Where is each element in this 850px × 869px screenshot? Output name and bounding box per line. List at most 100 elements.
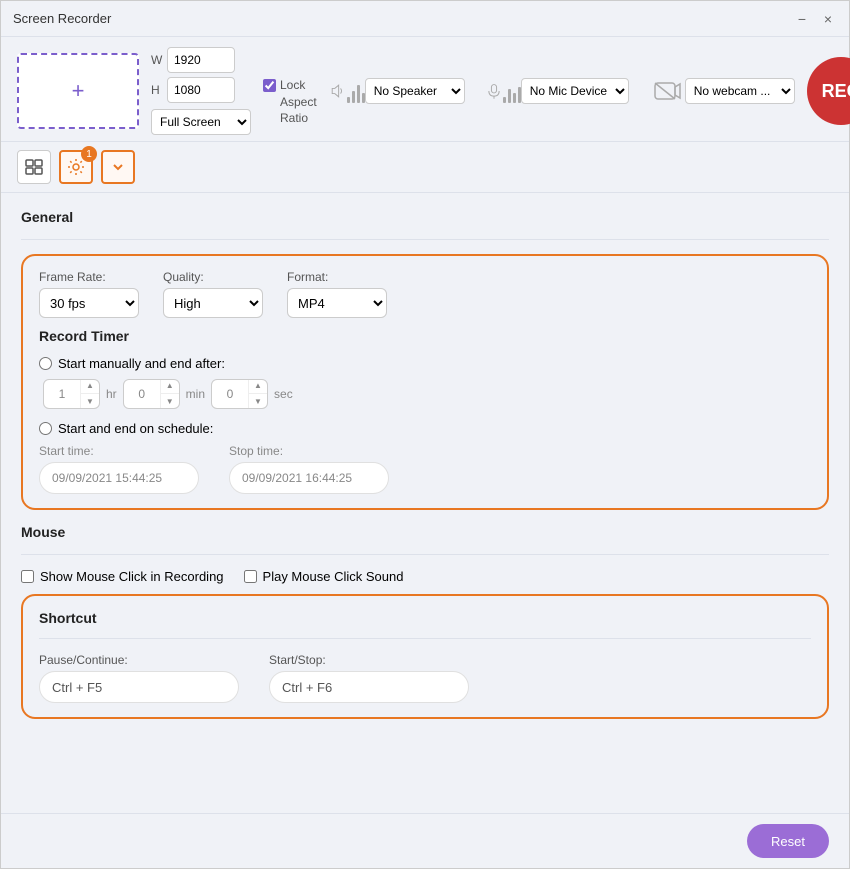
stop-time-group: Stop time:: [229, 444, 389, 494]
start-time-group: Start time:: [39, 444, 199, 494]
general-settings-box: Frame Rate: 30 fps 15 fps 20 fps 24 fps …: [21, 254, 829, 510]
start-time-label: Start time:: [39, 444, 199, 458]
mic-select[interactable]: No Mic Device: [521, 78, 629, 104]
time-inputs-row: ▲ ▼ hr ▲ ▼ min ▲ ▼: [39, 379, 811, 409]
title-bar: Screen Recorder − ×: [1, 1, 849, 37]
webcam-group: No webcam ...: [649, 73, 795, 109]
close-button[interactable]: ×: [819, 10, 837, 28]
record-timer-title: Record Timer: [39, 328, 811, 344]
hr-input[interactable]: [44, 387, 80, 401]
bar3: [357, 85, 360, 103]
pause-group: Pause/Continue:: [39, 653, 239, 703]
frame-rate-select[interactable]: 30 fps 15 fps 20 fps 24 fps 25 fps 60 fp…: [39, 288, 139, 318]
start-schedule-radio[interactable]: [39, 422, 52, 435]
reset-button[interactable]: Reset: [747, 824, 829, 858]
bar6: [508, 89, 511, 103]
width-label: W: [151, 53, 163, 67]
shortcut-title: Shortcut: [39, 610, 811, 626]
mic-group: No Mic Device: [485, 73, 629, 109]
start-manually-radio[interactable]: [39, 357, 52, 370]
shortcut-box: Shortcut Pause/Continue: Start/Stop:: [21, 594, 829, 719]
header-area: + W H Full Screen Lock Aspect Ratio: [1, 37, 849, 142]
time-field-row: Start time: Stop time:: [39, 444, 811, 494]
play-sound-label: Play Mouse Click Sound: [263, 569, 404, 584]
expand-icon: [112, 161, 124, 173]
frame-rate-group: Frame Rate: 30 fps 15 fps 20 fps 24 fps …: [39, 270, 139, 318]
quality-select[interactable]: High Low Medium: [163, 288, 263, 318]
add-screen-icon: +: [72, 78, 85, 104]
min-down-btn[interactable]: ▼: [161, 394, 179, 409]
hr-up-btn[interactable]: ▲: [81, 379, 99, 394]
speaker-select[interactable]: No Speaker: [365, 78, 465, 104]
min-input[interactable]: [124, 387, 160, 401]
speaker-icon: [329, 77, 347, 105]
stop-time-input[interactable]: [229, 462, 389, 494]
width-input[interactable]: [167, 47, 235, 73]
expand-button[interactable]: [101, 150, 135, 184]
start-manually-row: Start manually and end after:: [39, 356, 811, 371]
settings-icon-button[interactable]: 1: [59, 150, 93, 184]
start-time-input[interactable]: [39, 462, 199, 494]
settings-badge: 1: [81, 146, 97, 162]
min-spinner-btns: ▲ ▼: [160, 379, 179, 409]
mouse-divider: [21, 554, 829, 555]
play-sound-checkbox[interactable]: [244, 570, 257, 583]
bar7: [513, 93, 516, 103]
play-sound-item: Play Mouse Click Sound: [244, 569, 404, 584]
start-stop-input[interactable]: [269, 671, 469, 703]
bar2: [352, 91, 355, 103]
app-window: Screen Recorder − × + W H Full Screen: [0, 0, 850, 869]
capture-icon: [25, 159, 43, 175]
sec-up-btn[interactable]: ▲: [249, 379, 267, 394]
sec-input[interactable]: [212, 387, 248, 401]
sec-spinner-btns: ▲ ▼: [248, 379, 267, 409]
minimize-button[interactable]: −: [793, 10, 811, 28]
webcam-select[interactable]: No webcam ...: [685, 78, 795, 104]
sec-unit: sec: [274, 387, 293, 401]
frame-rate-label: Frame Rate:: [39, 270, 139, 284]
sec-down-btn[interactable]: ▼: [249, 394, 267, 409]
mic-icon: [485, 77, 503, 105]
format-row: Frame Rate: 30 fps 15 fps 20 fps 24 fps …: [39, 270, 811, 318]
general-section-title: General: [21, 209, 829, 225]
min-unit: min: [186, 387, 205, 401]
lock-aspect-ratio-group: Lock Aspect Ratio: [263, 77, 317, 127]
bar5: [503, 97, 506, 103]
webcam-icon: [652, 77, 682, 105]
show-click-item: Show Mouse Click in Recording: [21, 569, 224, 584]
quality-group: Quality: High Low Medium: [163, 270, 263, 318]
quality-label: Quality:: [163, 270, 263, 284]
fullscreen-select[interactable]: Full Screen: [151, 109, 251, 135]
window-title: Screen Recorder: [13, 11, 793, 26]
mouse-section: Mouse Show Mouse Click in Recording Play…: [21, 524, 829, 584]
screen-preview[interactable]: +: [17, 53, 139, 129]
format-select[interactable]: MP4 AVI MOV FLV: [287, 288, 387, 318]
dimension-controls: W H Full Screen: [151, 47, 251, 135]
pause-label: Pause/Continue:: [39, 653, 239, 667]
min-up-btn[interactable]: ▲: [161, 379, 179, 394]
speaker-icon-wrap: [329, 73, 365, 109]
lock-aspect-ratio-label: Lock Aspect Ratio: [280, 77, 317, 127]
hr-spinner: ▲ ▼: [43, 379, 100, 409]
audio-section: No Speaker: [329, 73, 795, 109]
start-stop-group: Start/Stop:: [269, 653, 469, 703]
schedule-row: Start and end on schedule:: [39, 421, 811, 436]
format-label: Format:: [287, 270, 387, 284]
height-input[interactable]: [167, 77, 235, 103]
capture-icon-button[interactable]: [17, 150, 51, 184]
mouse-section-title: Mouse: [21, 524, 829, 540]
sec-spinner: ▲ ▼: [211, 379, 268, 409]
show-click-checkbox[interactable]: [21, 570, 34, 583]
format-group: Format: MP4 AVI MOV FLV: [287, 270, 387, 318]
hr-down-btn[interactable]: ▼: [81, 394, 99, 409]
toolbar-area: 1: [1, 142, 849, 193]
pause-input[interactable]: [39, 671, 239, 703]
lock-aspect-ratio-checkbox[interactable]: [263, 79, 276, 92]
window-controls: − ×: [793, 10, 837, 28]
speaker-group: No Speaker: [329, 73, 465, 109]
rec-button[interactable]: REC: [807, 57, 850, 125]
shortcut-row: Pause/Continue: Start/Stop:: [39, 653, 811, 703]
hr-unit: hr: [106, 387, 117, 401]
show-click-label: Show Mouse Click in Recording: [40, 569, 224, 584]
mic-bars: [503, 79, 521, 103]
